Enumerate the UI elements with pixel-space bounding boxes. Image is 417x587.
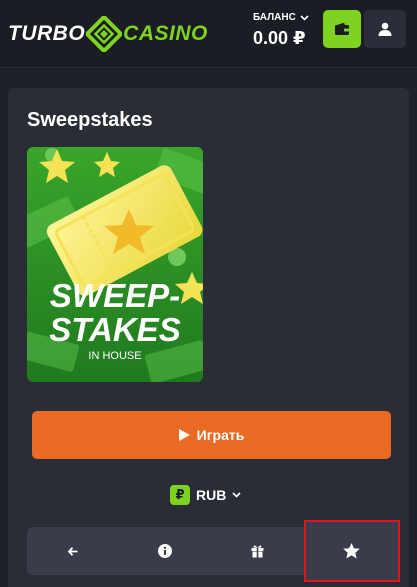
game-action-bar	[27, 520, 400, 582]
casino-logo[interactable]: TURBO CASINO	[8, 16, 208, 52]
currency-selector[interactable]: ₽ RUB	[170, 485, 241, 505]
info-icon	[158, 544, 173, 558]
game-panel: Sweepstakes SWEEP- STAKES IN HOUSE Играт…	[8, 88, 409, 587]
wallet-icon	[335, 22, 349, 35]
currency-code: RUB	[196, 487, 227, 503]
play-icon	[178, 429, 190, 441]
gift-icon	[251, 545, 264, 558]
page-title: Sweepstakes	[27, 109, 153, 131]
sweepstakes-artwork: SWEEP- STAKES IN HOUSE	[27, 147, 203, 382]
info-button[interactable]	[119, 527, 211, 575]
balance-value: 0.00 ₽	[253, 28, 306, 48]
game-thumbnail[interactable]: SWEEP- STAKES IN HOUSE	[27, 147, 203, 382]
play-button[interactable]: Играть	[32, 411, 391, 459]
ruble-icon: ₽	[170, 485, 190, 505]
top-header: TURBO CASINO БАЛАНС 0.00 ₽	[0, 0, 417, 68]
art-subtitle: IN HOUSE	[88, 350, 141, 362]
wallet-button[interactable]	[323, 10, 361, 48]
play-button-label: Играть	[196, 427, 245, 443]
balance-block[interactable]: БАЛАНС 0.00 ₽	[253, 12, 313, 49]
back-arrow-icon	[68, 546, 78, 556]
balance-dropdown[interactable]: БАЛАНС	[253, 12, 313, 23]
art-title-line2: STAKES	[49, 311, 180, 348]
logo-emblem-icon	[86, 16, 123, 52]
star-icon	[343, 543, 361, 559]
profile-button[interactable]	[364, 10, 406, 48]
logo-text-left: TURBO	[8, 22, 86, 45]
art-title-line1: SWEEP-	[50, 277, 180, 314]
chevron-down-icon	[300, 14, 309, 21]
balance-label: БАЛАНС	[253, 12, 296, 23]
user-icon	[378, 22, 392, 36]
chevron-down-icon	[232, 492, 241, 498]
back-button[interactable]	[27, 527, 119, 575]
bonus-button[interactable]	[212, 527, 304, 575]
logo-text-right: CASINO	[123, 22, 208, 45]
favorite-button[interactable]	[303, 520, 400, 582]
